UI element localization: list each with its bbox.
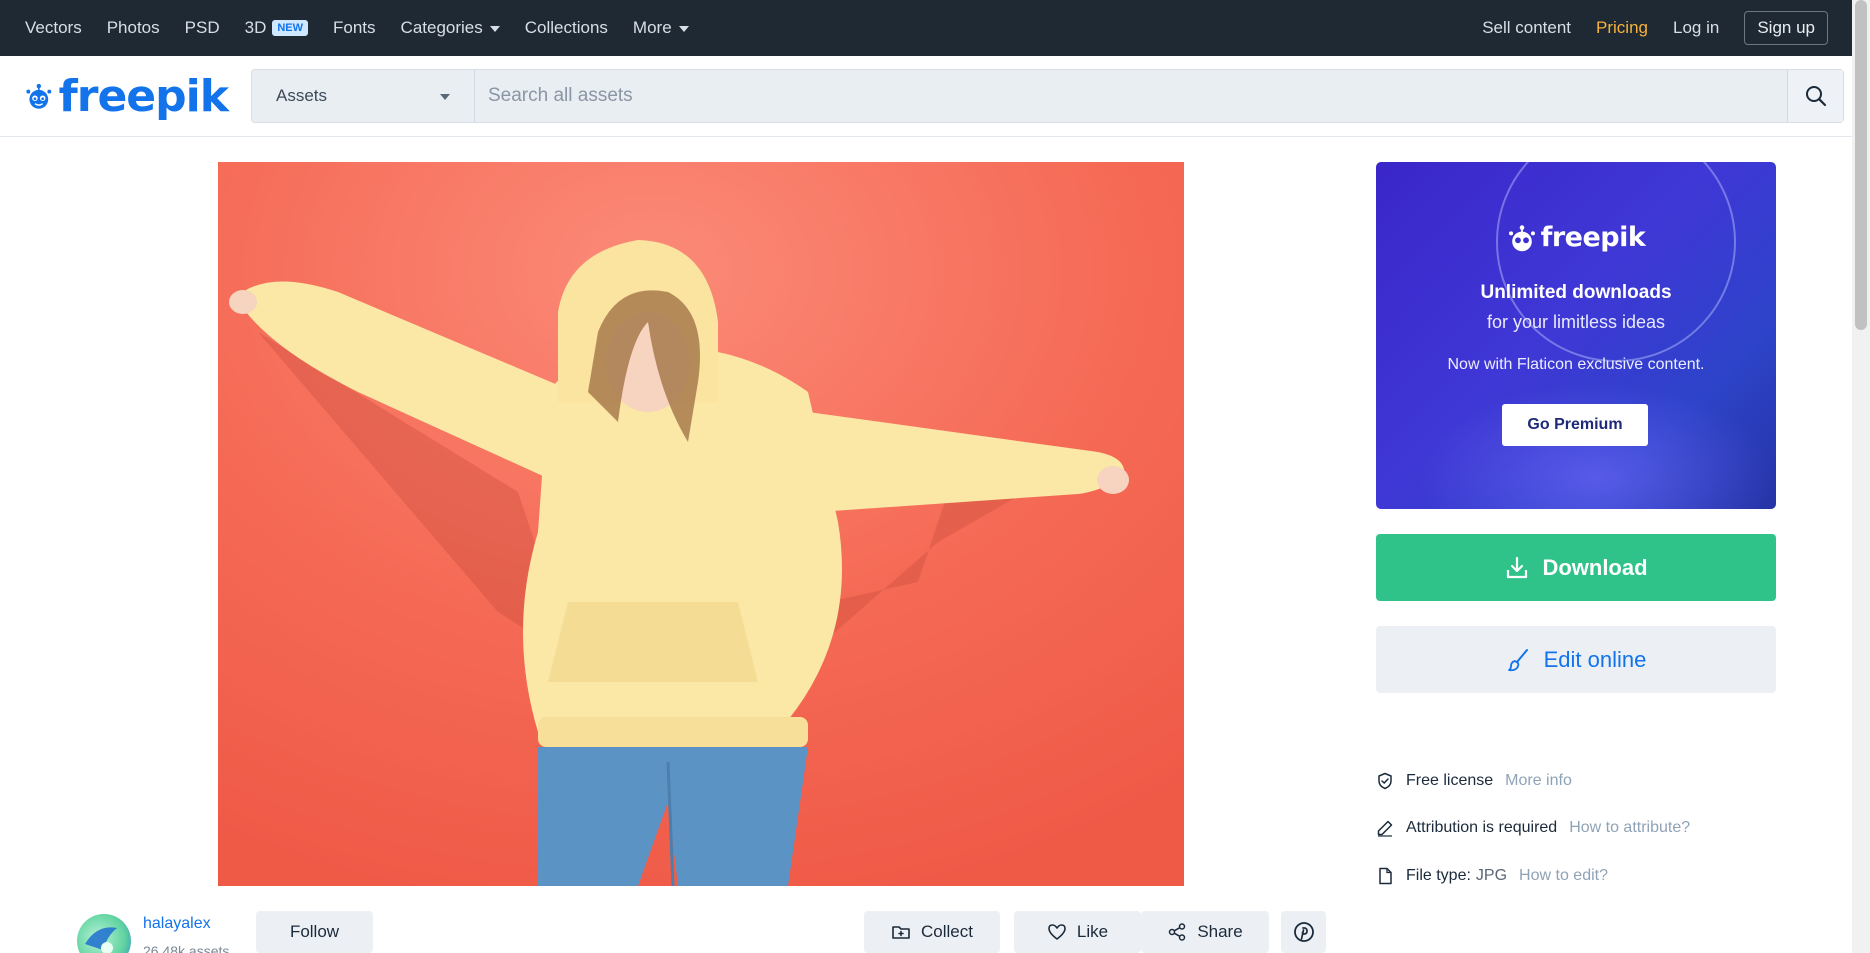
author-name-link[interactable]: halayalex (143, 915, 211, 933)
shield-check-icon (1378, 772, 1392, 790)
nav-3d-label: 3D (244, 18, 267, 37)
chevron-down-icon (440, 94, 450, 100)
login-link[interactable]: Log in (1673, 18, 1719, 38)
edit-online-label: Edit online (1543, 646, 1647, 672)
pinterest-button[interactable] (1281, 911, 1326, 953)
like-button[interactable]: Like (1014, 911, 1141, 953)
chevron-down-icon (489, 26, 500, 32)
how-to-edit-link[interactable]: How to edit? (1519, 867, 1608, 885)
nav-vectors[interactable]: Vectors (25, 18, 82, 38)
chevron-down-icon (678, 26, 689, 32)
heart-icon (1048, 924, 1066, 940)
share-button[interactable]: Share (1141, 911, 1269, 953)
promo-subtitle: for your limitless ideas (1486, 312, 1666, 332)
go-premium-button[interactable]: Go Premium (1502, 404, 1648, 446)
avatar-graphic (85, 927, 117, 953)
scrollbar-thumb[interactable] (1855, 0, 1867, 330)
top-nav-left: Vectors Photos PSD 3D NEW Fonts Categorie… (0, 0, 714, 56)
main-photo[interactable] (218, 162, 1184, 886)
pricing-link[interactable]: Pricing (1596, 18, 1648, 38)
freepik-mascot-icon (1508, 224, 1535, 251)
author-assets-count: 26.48k assets (143, 943, 230, 953)
site-header: freepik Assets (0, 56, 1852, 137)
download-label: Download (1542, 554, 1648, 580)
filetype-label: File type: (1406, 867, 1471, 884)
download-icon (1507, 556, 1528, 578)
nav-categories-label: Categories (400, 18, 483, 37)
nav-vectors-label: Vectors (25, 18, 82, 37)
brush-icon (1507, 648, 1528, 671)
collect-label: Collect (921, 922, 973, 941)
nav-3d[interactable]: 3D NEW (244, 18, 309, 38)
how-to-attribute-link[interactable]: How to attribute? (1569, 819, 1690, 837)
nav-fonts[interactable]: Fonts (333, 18, 376, 38)
search-scope-dropdown[interactable]: Assets (252, 70, 475, 122)
photo-woman-yellow-hoodie (218, 162, 1184, 886)
nav-categories[interactable]: Categories (401, 18, 500, 38)
nav-fonts-label: Fonts (333, 18, 376, 37)
signup-button[interactable]: Sign up (1744, 11, 1828, 45)
license-label: Free license (1406, 772, 1494, 789)
share-label: Share (1197, 922, 1243, 941)
promo-logo: freepik (1376, 222, 1776, 253)
search-bar: Assets (251, 69, 1844, 123)
folder-add-icon (892, 926, 910, 939)
page-scrollbar[interactable] (1852, 0, 1870, 953)
nav-more[interactable]: More (633, 18, 689, 38)
collect-button[interactable]: Collect (864, 911, 1000, 953)
search-button[interactable] (1787, 70, 1843, 122)
filetype-value: JPG (1475, 867, 1508, 884)
share-icon (1169, 923, 1186, 941)
more-info-link[interactable]: More info (1505, 772, 1572, 790)
file-icon (1379, 867, 1392, 885)
nav-collections[interactable]: Collections (525, 18, 608, 38)
attribution-row: Attribution is required How to attribute… (1376, 819, 1690, 837)
promo-title: Unlimited downloads (1480, 282, 1672, 303)
nav-psd[interactable]: PSD (185, 18, 220, 38)
license-row: Free license More info (1376, 772, 1572, 790)
sell-content-link[interactable]: Sell content (1482, 18, 1571, 38)
edit-online-button[interactable]: Edit online (1376, 626, 1776, 693)
promo-description: Now with Flaticon exclusive content. (1447, 356, 1705, 373)
freepik-mascot-icon (26, 83, 52, 109)
promo-logo-wordmark: freepik (1540, 222, 1646, 253)
freepik-logo[interactable]: freepik (25, 70, 229, 122)
search-input[interactable] (475, 70, 1787, 122)
top-nav-right: Sell content Pricing Log in Sign up (1457, 11, 1852, 45)
download-button[interactable]: Download (1376, 534, 1776, 601)
nav-collections-label: Collections (524, 18, 608, 37)
logo-wordmark: freepik (58, 70, 229, 122)
nav-more-label: More (632, 18, 672, 37)
like-label: Like (1076, 922, 1109, 941)
attribution-label: Attribution is required (1406, 819, 1558, 836)
author-avatar[interactable] (77, 914, 131, 953)
search-icon (1805, 86, 1826, 107)
top-navigation-bar: Vectors Photos PSD 3D NEW Fonts Categorie… (0, 0, 1852, 56)
filetype-row: File type: JPG How to edit? (1376, 867, 1608, 885)
pen-icon (1377, 820, 1393, 837)
nav-photos-label: Photos (106, 18, 160, 37)
nav-photos[interactable]: Photos (107, 18, 160, 38)
pinterest-icon (1293, 922, 1314, 942)
nav-psd-label: PSD (184, 18, 220, 37)
search-scope-label: Assets (276, 86, 328, 105)
new-badge: NEW (272, 20, 309, 36)
premium-promo-banner: freepik Unlimited downloads for your lim… (1376, 162, 1776, 509)
follow-button[interactable]: Follow (256, 911, 373, 953)
